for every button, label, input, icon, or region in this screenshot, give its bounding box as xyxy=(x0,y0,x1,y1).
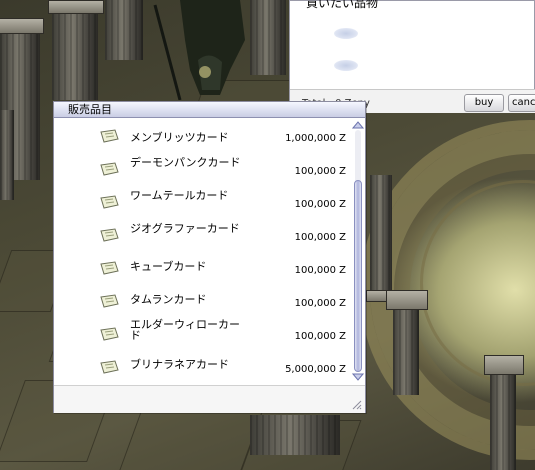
scroll-thumb[interactable] xyxy=(354,180,362,372)
item-name: ブリナラネアカード xyxy=(130,358,229,371)
item-list: メンブリッツカード 1,000,000 Z デーモンパンクカード 100,000… xyxy=(54,118,352,382)
item-name: デーモンパンクカード xyxy=(130,156,241,169)
item-name: タムランカード xyxy=(130,293,207,306)
list-item[interactable]: ワームテールカード 100,000 Z xyxy=(54,184,352,217)
list-item[interactable]: ジオグラファーカード 100,000 Z xyxy=(54,217,352,250)
shop-window-title: 販売品目 xyxy=(68,103,112,116)
item-name: メンブリッツカード xyxy=(130,131,229,144)
card-icon xyxy=(100,327,119,341)
list-item[interactable]: デーモンパンクカード 100,000 Z xyxy=(54,151,352,184)
card-icon xyxy=(100,162,119,176)
item-price: 100,000 Z xyxy=(294,166,346,177)
item-price: 5,000,000 Z xyxy=(285,364,346,375)
item-price: 100,000 Z xyxy=(294,331,346,342)
pillar-cap xyxy=(484,355,524,375)
stone-pillar xyxy=(490,370,516,470)
list-item[interactable]: メンブリッツカード 1,000,000 Z xyxy=(54,118,352,151)
stone-pillar xyxy=(105,0,143,60)
item-price: 100,000 Z xyxy=(294,199,346,210)
item-price: 100,000 Z xyxy=(294,265,346,276)
buy-window-title: 買いたい品物 xyxy=(306,0,379,10)
list-item[interactable]: エルダーウィローカード 100,000 Z xyxy=(54,316,352,349)
card-icon xyxy=(100,261,119,275)
list-item[interactable]: ブリナラネアカード 5,000,000 Z xyxy=(54,349,352,382)
stone-pillar xyxy=(250,415,340,455)
item-price: 1,000,000 Z xyxy=(285,133,346,144)
card-icon xyxy=(100,129,119,143)
item-slot-icon[interactable] xyxy=(334,60,358,71)
scroll-down-icon[interactable] xyxy=(352,372,364,382)
card-icon xyxy=(100,195,119,209)
pillar-cap xyxy=(386,290,428,310)
scroll-up-icon[interactable] xyxy=(352,120,364,130)
item-name: ジオグラファーカード xyxy=(130,222,240,235)
shop-window: 販売品目 メンブリッツカード 1,000,000 Z デーモンパンクカード 10… xyxy=(53,101,366,413)
card-icon xyxy=(100,228,119,242)
item-name: キューブカード xyxy=(130,260,207,273)
list-item[interactable]: キューブカード 100,000 Z xyxy=(54,250,352,283)
resize-grip-icon[interactable] xyxy=(351,399,362,410)
buy-window: 買いたい品物 Total : 0 Zeny buy canc xyxy=(289,0,535,113)
card-icon xyxy=(100,360,119,374)
card-icon xyxy=(100,294,119,308)
cancel-button[interactable]: canc xyxy=(508,94,535,112)
pillar-cap xyxy=(48,0,104,14)
item-price: 100,000 Z xyxy=(294,298,346,309)
buy-button[interactable]: buy xyxy=(464,94,504,112)
pillar-cap xyxy=(0,18,44,34)
item-slot-icon[interactable] xyxy=(334,28,358,39)
stone-pillar xyxy=(370,175,392,290)
item-price: 100,000 Z xyxy=(294,232,346,243)
list-item[interactable]: タムランカード 100,000 Z xyxy=(54,283,352,316)
stone-pillar xyxy=(393,305,419,395)
item-name: エルダーウィローカード xyxy=(130,318,240,342)
stone-pillar xyxy=(0,110,14,200)
shop-title-bar[interactable]: 販売品目 xyxy=(54,102,365,118)
item-name: ワームテールカード xyxy=(130,189,229,202)
floor-tile xyxy=(118,410,264,470)
stone-pillar xyxy=(52,10,98,100)
character-sprite xyxy=(153,0,245,100)
scrollbar[interactable] xyxy=(352,120,364,382)
shop-window-footer xyxy=(54,385,365,413)
